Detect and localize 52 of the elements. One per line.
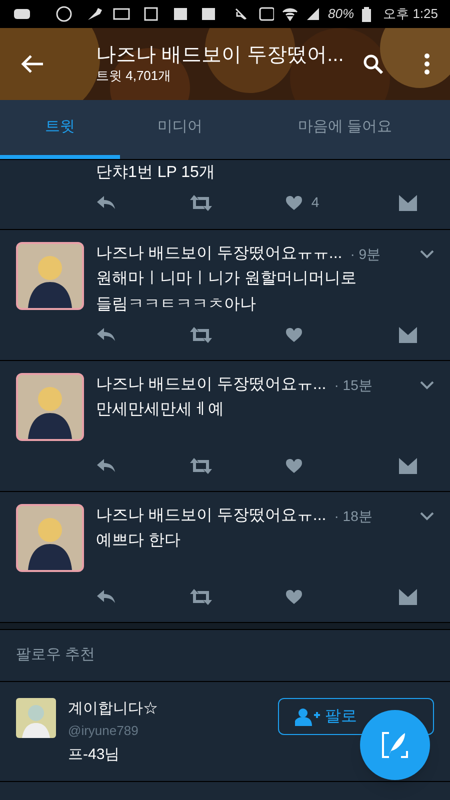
battery-percent: 80% [328, 5, 354, 24]
tweet-text: 예쁘다 한다 [96, 531, 182, 551]
tweet-text: 만세만세만세ㅔ예 [96, 400, 225, 420]
reply-icon[interactable] [96, 589, 116, 605]
tab[interactable]: 마음에 들어요 [240, 100, 450, 159]
mail-icon[interactable] [398, 588, 418, 606]
header-title: 나즈나 배드보이 두장떴어... [96, 43, 345, 68]
heart-icon[interactable] [285, 327, 304, 343]
tweet-time: · 15분 [334, 376, 372, 394]
battery-icon [362, 6, 372, 22]
tweet-author[interactable]: 나즈나 배드보이 두장떴어요ㅠㅠ... [96, 242, 342, 266]
retweet-icon[interactable] [188, 194, 213, 212]
tweet-text: 원해마ㅣ니마ㅣ니가 원할머니머니로 들림ㅋㅋㅌㅋㅋㅊ아나 [96, 269, 358, 315]
section-heading: 팔로우 추천 [16, 645, 96, 666]
heart-icon[interactable] [285, 589, 304, 605]
user-handle: @iryune789 [68, 722, 140, 740]
signal-icon [306, 7, 320, 21]
tab[interactable]: 트윗 [0, 100, 120, 159]
tweet-text: 단챠1번 LP 15개 [96, 163, 216, 183]
chevron-down-icon[interactable] [420, 512, 434, 520]
clock: 오후 1:25 [383, 5, 438, 24]
user-name[interactable]: 계이합니다☆ [68, 698, 158, 720]
retweet-icon[interactable] [188, 588, 213, 606]
search-icon[interactable] [362, 53, 384, 75]
user-bio: 프-43님 [68, 745, 121, 765]
add-user-icon [295, 708, 321, 726]
avatar[interactable] [16, 373, 84, 441]
tab[interactable]: 미디어 [120, 100, 240, 159]
tweet-count: 트윗 4,701개 [96, 68, 172, 85]
reply-icon[interactable] [96, 327, 116, 343]
tweet-author[interactable]: 나즈나 배드보이 두장떴어요ㅠ... [96, 504, 326, 528]
more-options-icon[interactable] [424, 53, 430, 75]
reply-icon[interactable] [96, 194, 116, 210]
mail-icon[interactable] [398, 194, 418, 212]
wifi-icon [282, 7, 298, 21]
back-arrow-icon[interactable] [20, 54, 44, 74]
reply-icon[interactable] [96, 458, 116, 474]
avatar[interactable] [16, 242, 84, 310]
mail-icon[interactable] [398, 326, 418, 344]
heart-icon[interactable] [285, 458, 304, 474]
avatar[interactable] [16, 504, 84, 572]
tweet-author[interactable]: 나즈나 배드보이 두장떴어요ㅠ... [96, 373, 326, 397]
tweet-time: · 9분 [350, 244, 381, 264]
retweet-icon[interactable] [188, 457, 213, 475]
heart-icon[interactable] [285, 194, 304, 210]
like-count: 4 [311, 193, 320, 212]
chevron-down-icon[interactable] [420, 380, 434, 390]
mail-icon[interactable] [398, 457, 418, 475]
chevron-down-icon[interactable] [420, 250, 434, 258]
tweet-time: · 18분 [334, 506, 372, 526]
compose-icon [381, 731, 409, 759]
retweet-icon[interactable] [188, 326, 213, 344]
